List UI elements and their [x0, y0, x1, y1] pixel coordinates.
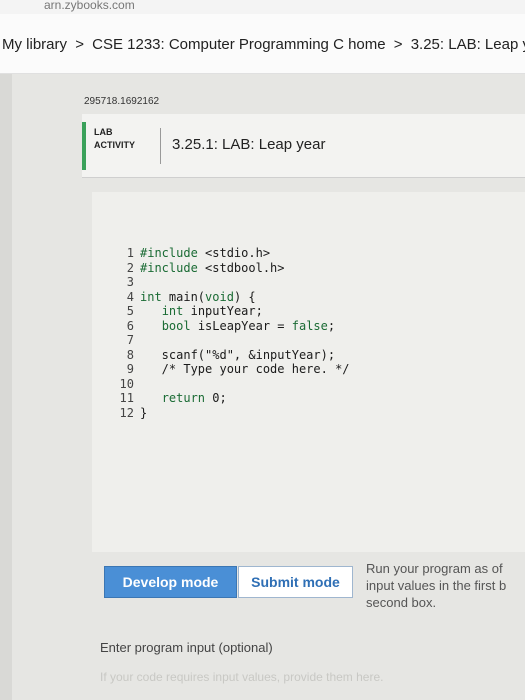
code-keyword: #include: [140, 260, 198, 275]
line-number: 6: [126, 318, 134, 333]
code-text: 0;: [205, 391, 227, 405]
breadcrumb-section[interactable]: 3.25: LAB: Leap ye: [411, 36, 525, 53]
code-keyword: bool: [161, 318, 191, 333]
code-text: scanf("%d", &inputYear);: [140, 347, 336, 362]
content-page: 295718.1692162 LAB ACTIVITY 3.25.1: LAB:…: [12, 74, 525, 700]
line-number: 9: [126, 362, 134, 376]
code-line[interactable]: 9 /* Type your code here. */: [116, 362, 350, 377]
lab-activity-tag: LAB ACTIVITY: [94, 126, 154, 152]
lab-header: LAB ACTIVITY 3.25.1: LAB: Leap year: [82, 114, 525, 178]
code-text: main(: [161, 289, 206, 304]
code-text: ;: [327, 318, 336, 333]
url-bar[interactable]: arn.zybooks.com: [0, 0, 525, 14]
breadcrumb: My library > CSE 1233: Computer Programm…: [0, 14, 525, 74]
code-line[interactable]: 8 scanf("%d", &inputYear);: [116, 348, 350, 363]
code-keyword: return: [161, 391, 206, 405]
lab-tag-line2: ACTIVITY: [94, 140, 136, 150]
line-number: 10: [119, 376, 134, 391]
code-keyword: int: [161, 304, 184, 318]
lab-accent-bar: [82, 122, 86, 170]
code-line[interactable]: 11 return 0;: [116, 391, 350, 406]
code-line[interactable]: 10: [116, 377, 350, 392]
code-text: inputYear;: [183, 304, 263, 318]
breadcrumb-separator: >: [393, 36, 403, 53]
breadcrumb-course[interactable]: CSE 1233: Computer Programming C home: [92, 36, 385, 53]
code-text: }: [140, 405, 148, 420]
code-keyword: false: [291, 318, 328, 333]
code-text: ) {: [233, 289, 256, 304]
code-line[interactable]: 4 int main(void) {: [116, 290, 350, 305]
line-number: 12: [119, 405, 134, 420]
lab-tag-line1: LAB: [94, 127, 113, 137]
code-text: isLeapYear =: [190, 318, 292, 333]
line-number: 3: [126, 275, 134, 289]
line-number: 8: [126, 347, 134, 362]
code-editor[interactable]: 1 #include <stdio.h> 2 #include <stdbool.h>…: [92, 192, 525, 552]
code-keyword: #include: [140, 246, 198, 260]
line-number: 1: [126, 246, 134, 260]
code-text: <stdio.h>: [197, 246, 271, 260]
code-line[interactable]: 2 #include <stdbool.h>: [116, 261, 350, 276]
code-block[interactable]: 1 #include <stdio.h> 2 #include <stdbool.h>…: [116, 246, 350, 420]
code-line[interactable]: 3: [116, 275, 350, 290]
code-text: <stdbool.h>: [197, 260, 285, 275]
code-text: /* Type your code here. */: [140, 362, 350, 376]
line-number: 2: [126, 260, 134, 275]
mode-row: Develop mode Submit mode Run your progra…: [92, 561, 525, 610]
submit-mode-button[interactable]: Submit mode: [238, 566, 353, 598]
mode-desc-line1: Run your program as of: [366, 561, 503, 576]
section-id: 295718.1692162: [84, 96, 160, 107]
line-number: 11: [119, 391, 134, 405]
program-input-hint: If your code requires input values, prov…: [100, 670, 384, 684]
breadcrumb-my-library[interactable]: My library: [2, 36, 67, 53]
code-keyword: void: [205, 289, 234, 304]
url-text: arn.zybooks.com: [44, 0, 135, 12]
line-number: 4: [126, 289, 134, 304]
mode-desc-line2: input values in the first b: [366, 578, 507, 593]
line-number: 7: [126, 333, 134, 347]
code-line[interactable]: 7: [116, 333, 350, 348]
code-line[interactable]: 5 int inputYear;: [116, 304, 350, 319]
breadcrumb-separator: >: [75, 36, 84, 53]
line-number: 5: [126, 304, 134, 318]
mode-desc-line3: second box.: [366, 595, 437, 610]
lab-divider: [160, 128, 161, 164]
code-line[interactable]: 12}: [116, 406, 350, 421]
program-input-label: Enter program input (optional): [100, 640, 273, 655]
code-line[interactable]: 6 bool isLeapYear = false;: [116, 319, 350, 334]
mode-description: Run your program as of input values in t…: [366, 560, 525, 611]
code-line[interactable]: 1 #include <stdio.h>: [116, 246, 350, 261]
develop-mode-button[interactable]: Develop mode: [104, 566, 237, 598]
code-keyword: int: [140, 289, 162, 304]
lab-title: 3.25.1: LAB: Leap year: [172, 136, 326, 153]
